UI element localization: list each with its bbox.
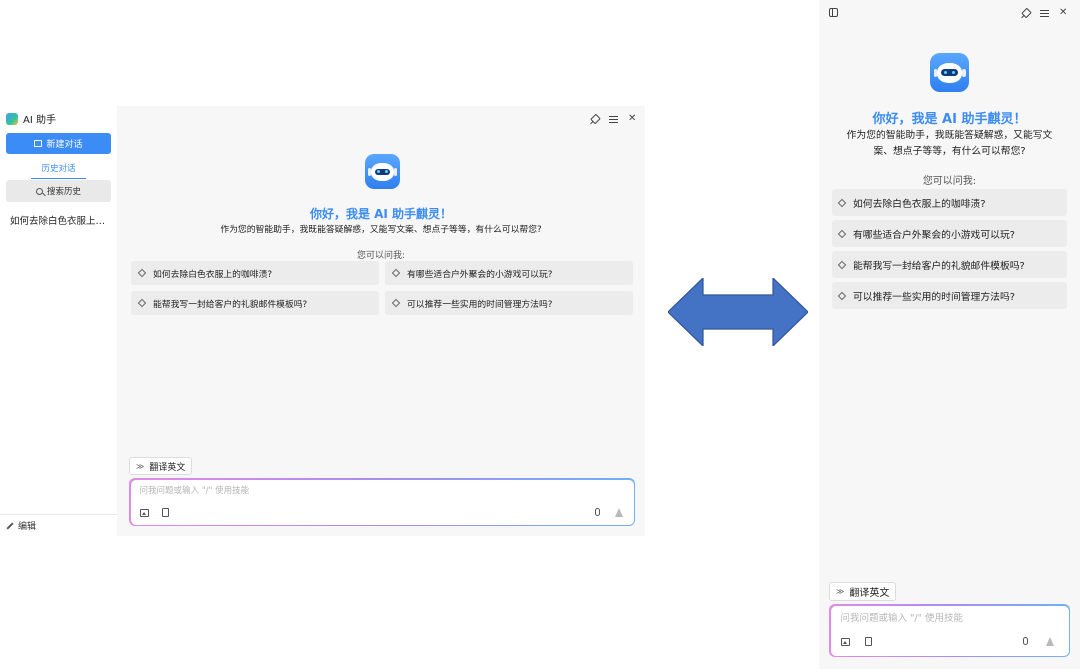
microphone-icon[interactable] [594, 507, 600, 516]
pin-icon[interactable] [590, 115, 599, 124]
chat-input[interactable]: 问我问题或输入 "/" 使用技能 [129, 478, 635, 526]
send-icon[interactable] [1045, 636, 1054, 646]
app-brand: AI 助手 [6, 111, 56, 126]
menu-icon[interactable] [1040, 9, 1049, 17]
greeting-subtitle-line2: 案、想点子等等，有什么可以帮您? [873, 146, 1026, 157]
cube-icon [391, 298, 401, 308]
suggestion-item[interactable]: 有哪些适合户外聚会的小游戏可以玩? [385, 261, 633, 285]
sidebar-toggle-icon[interactable] [829, 8, 838, 17]
close-icon[interactable]: ✕ [628, 114, 636, 124]
translate-label: 翻译英文 [149, 462, 186, 473]
chat-panel: ✕ 你好，我是 AI 助手麒灵！ 作为您的智能助手，我既能答疑解惑，又能写文案、… [117, 106, 645, 536]
search-history-label: 搜索历史 [46, 187, 81, 197]
translate-button[interactable]: ≫ 翻译英文 [129, 457, 193, 475]
app-logo-icon [6, 112, 18, 125]
send-icon[interactable] [614, 507, 623, 517]
pencil-icon [6, 521, 14, 530]
app-title: AI 助手 [23, 115, 56, 126]
new-chat-button[interactable]: 新建对话 [6, 133, 111, 154]
input-placeholder: 问我问题或输入 "/" 使用技能 [139, 485, 250, 496]
cube-icon [391, 268, 401, 278]
menu-icon[interactable] [609, 115, 618, 123]
pin-icon[interactable] [1021, 9, 1030, 18]
assistant-avatar-icon [930, 53, 969, 92]
chat-input[interactable]: 问我问题或输入 "/" 使用技能 [829, 604, 1070, 657]
suggestion-item[interactable]: 可以推荐一些实用的时间管理方法吗? [385, 291, 633, 315]
suggestion-item[interactable]: 能帮我写一封给客户的礼貌邮件模板吗? [131, 291, 379, 315]
cube-icon [837, 198, 847, 207]
search-history-button[interactable]: 搜索历史 [6, 180, 111, 202]
suggestion-item[interactable]: 可以推荐一些实用的时间管理方法吗? [832, 282, 1067, 309]
translate-button[interactable]: ≫ 翻译英文 [829, 582, 897, 601]
tab-history[interactable]: 历史对话 [31, 162, 86, 179]
cube-icon [837, 260, 847, 269]
window-controls: ✕ [1021, 8, 1067, 18]
greeting-title: 你好，我是 AI 助手麒灵！ [872, 112, 1027, 127]
file-upload-icon[interactable] [161, 507, 169, 517]
double-chevron-icon: ≫ [836, 587, 845, 596]
double-chevron-icon: ≫ [136, 461, 145, 471]
left-window: AI 助手 新建对话 历史对话 搜索历史 如何去除白色衣服上… 编辑 ✕ 你好，… [0, 106, 645, 536]
greeting-subtitle: 作为您的智能助手，我既能答疑解惑，又能写文案、想点子等等，有什么可以帮您? [220, 225, 542, 235]
history-item[interactable]: 如何去除白色衣服上… [10, 213, 105, 227]
translate-label: 翻译英文 [849, 588, 890, 599]
suggestion-item[interactable]: 如何去除白色衣服上的咖啡渍? [131, 261, 379, 285]
new-chat-label: 新建对话 [46, 140, 83, 150]
assistant-avatar-icon [365, 154, 400, 189]
double-arrow-icon [668, 278, 808, 346]
greeting-subtitle-line1: 作为您的智能助手，我既能答疑解惑，又能写文 [846, 130, 1053, 141]
edit-button[interactable]: 编辑 [0, 514, 117, 536]
cube-icon [137, 298, 147, 308]
edit-label: 编辑 [18, 522, 37, 532]
input-placeholder: 问我问题或输入 "/" 使用技能 [840, 612, 963, 624]
window-controls: ✕ [590, 114, 636, 124]
cube-icon [137, 268, 147, 278]
right-window: ✕ 你好，我是 AI 助手麒灵！ 作为您的智能助手，我既能答疑解惑，又能写文 案… [819, 0, 1080, 669]
file-upload-icon[interactable] [864, 636, 872, 646]
close-icon[interactable]: ✕ [1059, 8, 1067, 18]
suggestion-item[interactable]: 有哪些适合户外聚会的小游戏可以玩? [832, 220, 1067, 247]
suggestion-item[interactable]: 如何去除白色衣服上的咖啡渍? [832, 189, 1067, 216]
search-icon [35, 187, 43, 195]
image-upload-icon[interactable] [840, 637, 850, 646]
sidebar: AI 助手 新建对话 历史对话 搜索历史 如何去除白色衣服上… 编辑 [0, 106, 117, 536]
ask-label: 您可以问我: [356, 251, 406, 261]
image-upload-icon[interactable] [139, 508, 149, 517]
suggestion-item[interactable]: 能帮我写一封给客户的礼貌邮件模板吗? [832, 251, 1067, 278]
cube-icon [837, 229, 847, 238]
greeting-title: 你好，我是 AI 助手麒灵！ [309, 207, 453, 221]
cube-icon [837, 291, 847, 300]
ask-label: 您可以问我: [922, 176, 977, 187]
microphone-icon[interactable] [1022, 636, 1028, 645]
new-chat-icon [34, 140, 43, 147]
